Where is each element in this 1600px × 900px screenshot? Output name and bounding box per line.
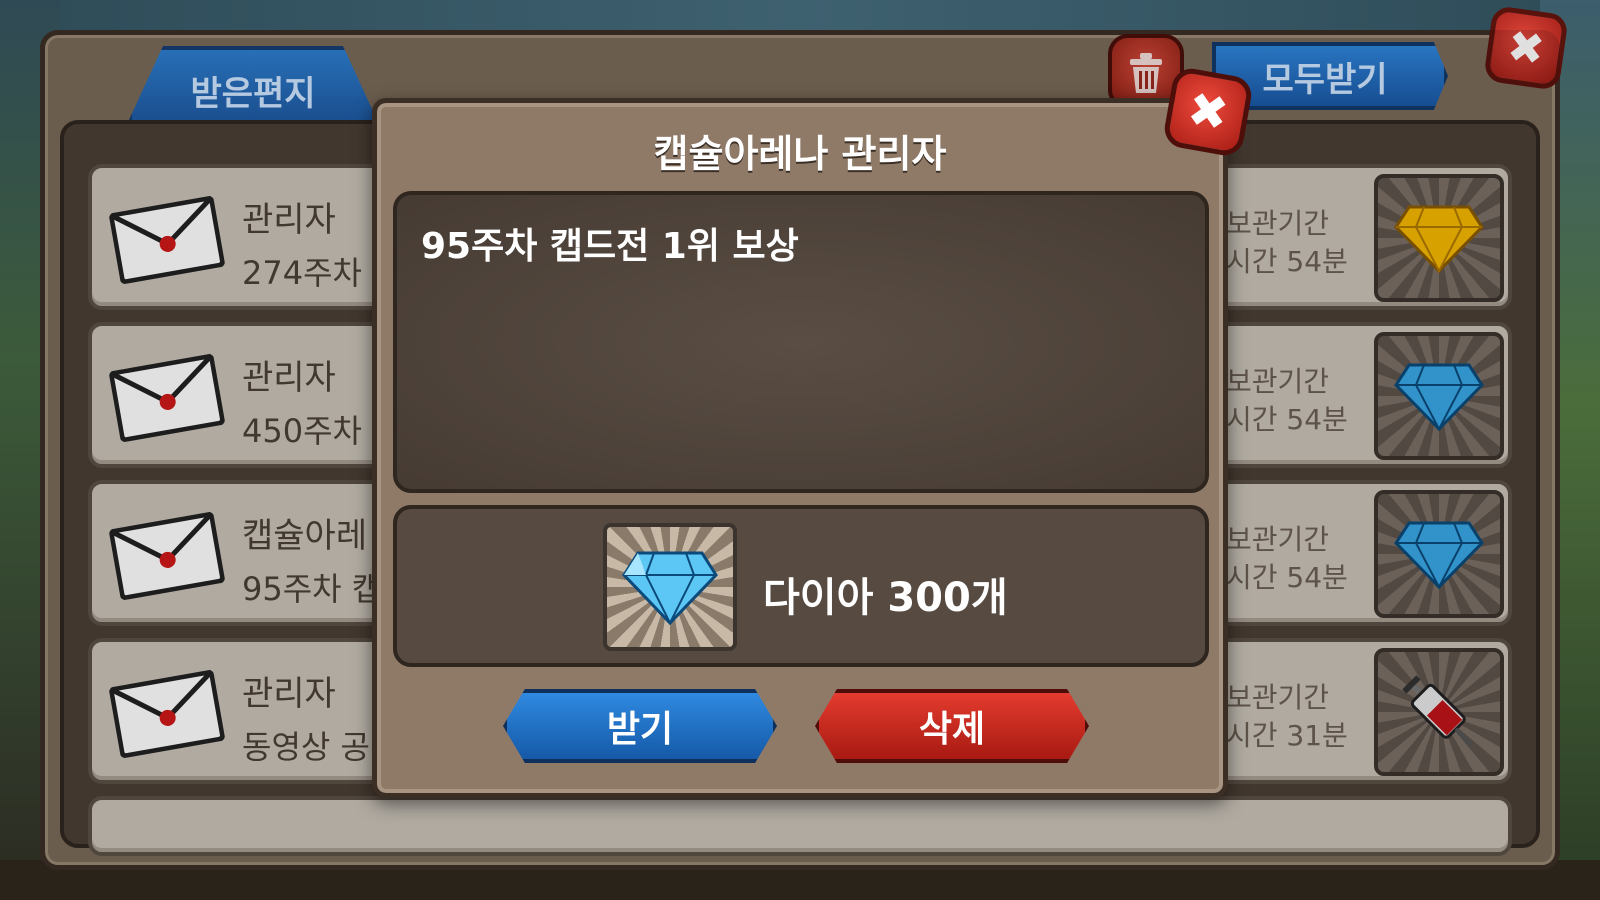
close-icon: ✖ — [1183, 80, 1233, 144]
message-text: 95주차 캡드전 1위 보상 — [421, 226, 799, 267]
message-box: 95주차 캡드전 1위 보상 — [393, 191, 1209, 493]
dialog-title: 캡슐아레나 관리자 — [653, 132, 947, 176]
dialog-close-button[interactable]: ✖ — [1161, 65, 1255, 159]
receive-button[interactable]: 받기 — [503, 689, 777, 763]
delete-button[interactable]: 삭제 — [815, 689, 1089, 763]
reward-box: 다이아 300개 — [393, 505, 1209, 667]
reward-icon-frame — [603, 523, 737, 651]
mail-detail-dialog: 캡슐아레나 관리자 95주차 캡드전 1위 보상 다이아 300개 받기 삭제 — [372, 98, 1228, 798]
delete-button-label: 삭제 — [918, 709, 986, 750]
receive-button-label: 받기 — [606, 709, 674, 750]
diamond-icon — [622, 551, 718, 625]
reward-label: 다이아 300개 — [763, 575, 1008, 621]
